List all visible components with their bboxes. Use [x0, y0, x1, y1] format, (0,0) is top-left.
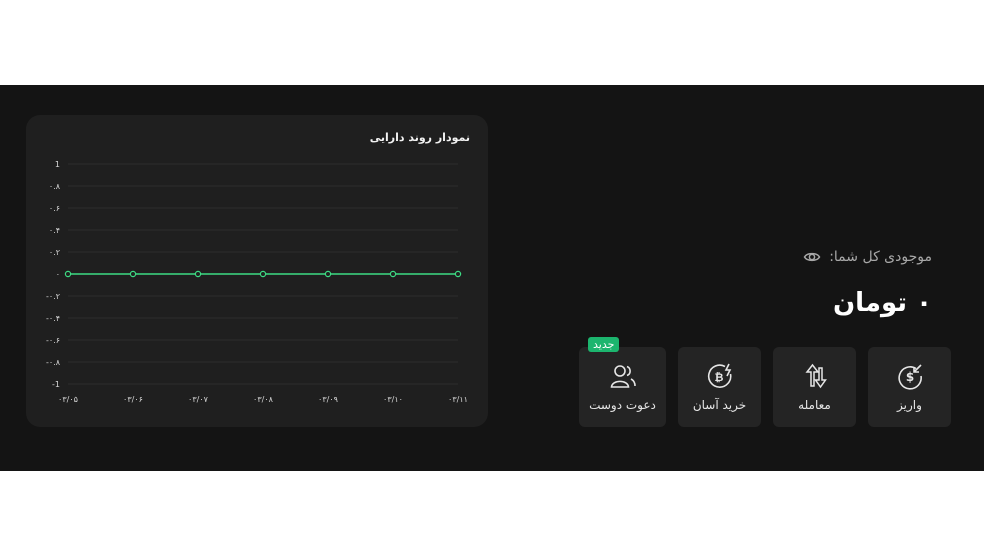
x-tick-label: ۰۳/۰۵: [58, 395, 78, 404]
trade-label: معامله: [798, 398, 831, 412]
data-point: [324, 270, 332, 278]
x-tick-label: ۰۳/۰۷: [188, 395, 209, 404]
y-tick-label: -۰.۲: [46, 292, 60, 301]
y-tick-label: ۰.۴: [49, 226, 60, 235]
y-tick-label: ۰: [56, 270, 60, 279]
y-tick-label: ۰.۶: [49, 204, 60, 213]
balance-label: موجودی کل شما:: [829, 249, 932, 265]
x-tick-label: ۰۳/۰۹: [318, 395, 338, 404]
data-point: [389, 270, 397, 278]
chart-title: نمودار روند دارایی: [369, 131, 470, 144]
data-point: [129, 270, 137, 278]
y-tick-label: -۰.۶: [46, 336, 60, 345]
deposit-button[interactable]: $ واریز: [868, 347, 951, 427]
new-badge: جدید: [588, 337, 620, 352]
trade-button[interactable]: معامله: [773, 347, 856, 427]
data-point: [64, 270, 72, 278]
invite-friends-icon: [610, 365, 636, 388]
easy-buy-label: خرید آسان: [692, 398, 747, 412]
data-point: [454, 270, 462, 278]
total-balance-value: ۰ تومان: [832, 288, 932, 318]
balance-label-row: موجودی کل شما:: [803, 248, 932, 266]
data-point: [259, 270, 267, 278]
x-tick-label: ۰۳/۱۱: [448, 395, 468, 404]
x-tick-label: ۰۳/۰۶: [123, 395, 143, 404]
y-tick-label: -1: [52, 380, 60, 389]
y-tick-label: -۰.۸: [46, 358, 61, 367]
y-tick-label: 1: [55, 160, 60, 169]
x-tick-label: ۰۳/۰۸: [253, 395, 274, 404]
y-tick-label: ۰.۲: [49, 248, 60, 257]
deposit-icon: $: [897, 364, 922, 390]
svg-text:$: $: [905, 370, 913, 384]
asset-trend-chart: 1 ۰.۸ ۰.۶ ۰.۴ ۰.۲ ۰ -۰.۲ -۰.۴ -۰.۶ -۰.۸ -1 ۰۳/۰۵ ۰۳/…: [46, 160, 468, 404]
bitcoin-buy-icon: ₿: [707, 363, 731, 388]
deposit-label: واریز: [897, 398, 922, 412]
y-tick-label: -۰.۴: [46, 314, 60, 323]
y-tick-label: ۰.۸: [49, 182, 61, 191]
svg-text:₿: ₿: [714, 371, 723, 384]
trade-icon: [804, 363, 827, 389]
asset-trend-chart-card: 1 ۰.۸ ۰.۶ ۰.۴ ۰.۲ ۰ -۰.۲ -۰.۴ -۰.۶ -۰.۸ -1 ۰۳/۰۵ ۰۳/…: [26, 115, 488, 427]
eye-icon[interactable]: [803, 248, 821, 266]
invite-friends-button[interactable]: دعوت دوست: [579, 347, 666, 427]
easy-buy-button[interactable]: ₿ خرید آسان: [678, 347, 761, 427]
x-tick-label: ۰۳/۱۰: [383, 395, 403, 404]
invite-friends-label: دعوت دوست: [589, 398, 656, 412]
data-point: [194, 270, 202, 278]
